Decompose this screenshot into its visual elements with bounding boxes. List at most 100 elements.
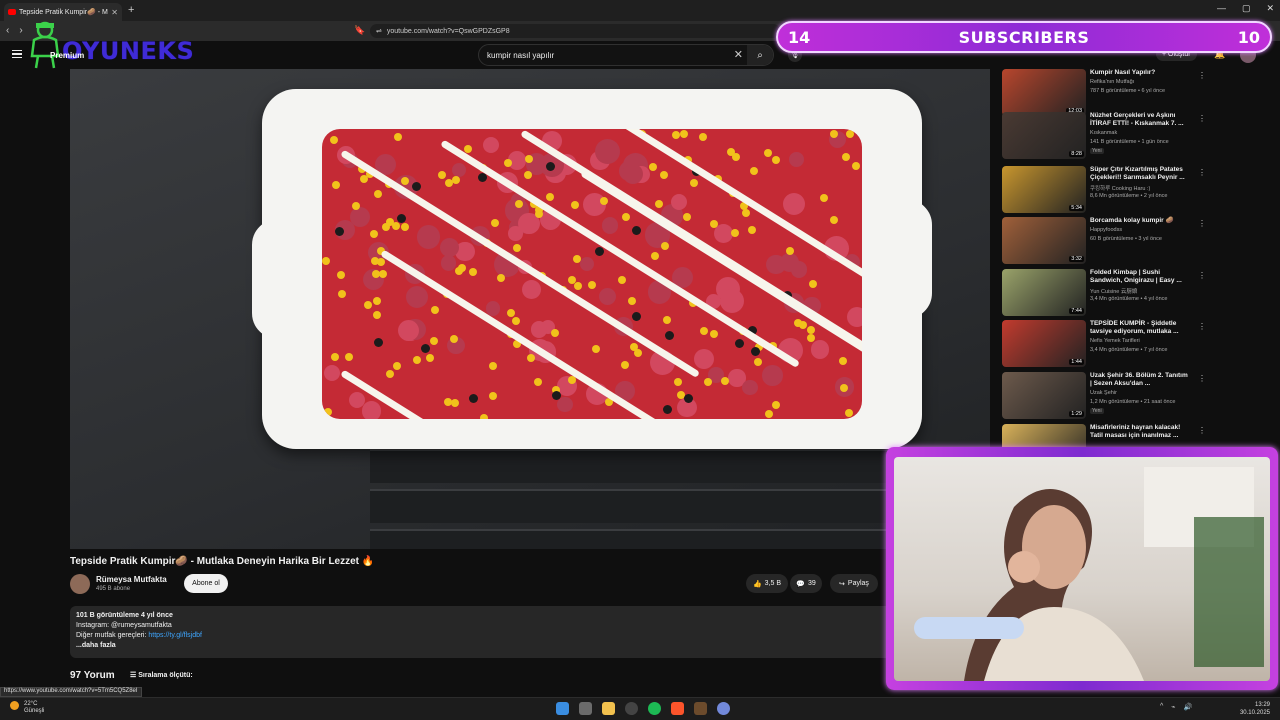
new-badge: Yeni bbox=[1090, 148, 1104, 154]
video-thumbnail[interactable]: 8:28 bbox=[1002, 112, 1086, 159]
maximize-button[interactable]: ▢ bbox=[1242, 3, 1251, 14]
youtube-premium-logo[interactable]: Premium bbox=[50, 51, 84, 60]
sausage-slice bbox=[742, 379, 758, 396]
video-meta: 1,2 Mn görüntüleme • 21 saat önce bbox=[1090, 399, 1176, 405]
recommended-video[interactable]: 8:28 Nüzhet Gerçekleri ve Aşkını İTİRAF E… bbox=[1002, 112, 1206, 160]
video-channel[interactable]: Kıskanmak bbox=[1090, 130, 1117, 136]
new-tab-button[interactable]: + bbox=[128, 4, 134, 16]
comment-icon: 💬 bbox=[796, 580, 805, 588]
video-channel[interactable]: Nefis Yemek Tarifleri bbox=[1090, 338, 1140, 344]
share-icon: ↪ bbox=[839, 580, 845, 588]
file-explorer-icon[interactable] bbox=[602, 702, 615, 715]
site-info-icon[interactable]: ⇌ bbox=[376, 27, 382, 35]
search-input[interactable]: kumpir nasıl yapılır ✕ ⌕ bbox=[478, 44, 774, 66]
close-window-button[interactable]: ✕ bbox=[1266, 3, 1274, 14]
video-channel[interactable]: Uzak Şehir bbox=[1090, 390, 1117, 396]
video-thumbnail[interactable]: 12:03 bbox=[1002, 69, 1086, 116]
video-meta: 141 B görüntüleme • 1 gün önce bbox=[1090, 139, 1169, 145]
bookmark-icon[interactable]: 🔖 bbox=[354, 25, 365, 36]
sausage-slice bbox=[846, 306, 862, 328]
browser-tab[interactable]: Tepside Pratik Kumpir🥔 - Mutla ✕ bbox=[4, 3, 122, 21]
more-options-icon[interactable]: ⋮ bbox=[1198, 114, 1206, 123]
new-badge: Yeni bbox=[1090, 408, 1104, 414]
desc-link[interactable]: https://ty.gl/flsjdbf bbox=[148, 632, 202, 639]
video-meta: 787 B görüntüleme • 6 yıl önce bbox=[1090, 88, 1165, 94]
recommended-video[interactable]: 5:34 Süper Çıtır Kızartılmış Patates Çiçe… bbox=[1002, 166, 1206, 214]
more-options-icon[interactable]: ⋮ bbox=[1198, 71, 1206, 80]
olive-slice bbox=[397, 213, 406, 223]
more-options-icon[interactable]: ⋮ bbox=[1198, 168, 1206, 177]
network-icon[interactable]: ⌁ bbox=[1171, 703, 1175, 711]
brave-browser-icon[interactable] bbox=[671, 702, 684, 715]
comments-button[interactable]: 💬 39 bbox=[790, 574, 822, 593]
recommended-video[interactable]: 1:44 TEPSİDE KUMPİR - Şiddetle tavsiye ed… bbox=[1002, 320, 1206, 368]
spotify-icon[interactable] bbox=[648, 702, 661, 715]
video-title[interactable]: TEPSİDE KUMPİR - Şiddetle tavsiye ediyor… bbox=[1090, 320, 1190, 336]
video-player[interactable] bbox=[70, 69, 990, 549]
channel-avatar[interactable] bbox=[70, 574, 90, 594]
subscribe-button[interactable]: Abone ol bbox=[184, 574, 228, 593]
desc-more-button[interactable]: ...daha fazla bbox=[76, 641, 904, 651]
video-title[interactable]: Borcamda kolay kumpir 🥔 bbox=[1090, 217, 1190, 225]
video-thumbnail[interactable]: 1:44 bbox=[1002, 320, 1086, 367]
more-options-icon[interactable]: ⋮ bbox=[1198, 271, 1206, 280]
more-options-icon[interactable]: ⋮ bbox=[1198, 219, 1206, 228]
corn-kernel bbox=[689, 179, 698, 188]
baking-dish bbox=[252, 89, 932, 449]
corn-kernel bbox=[570, 200, 579, 209]
weather-widget[interactable]: 22°C Güneşli bbox=[10, 701, 44, 715]
video-thumbnail[interactable]: 1:29 bbox=[1002, 372, 1086, 419]
volume-icon[interactable]: 🔊 bbox=[1184, 703, 1193, 711]
app-icon[interactable] bbox=[694, 702, 707, 715]
discord-icon[interactable] bbox=[717, 702, 730, 715]
video-title[interactable]: Misafirleriniz hayran kalacak! Tatil mas… bbox=[1090, 424, 1190, 440]
video-channel[interactable]: Happyfoodss bbox=[1090, 227, 1122, 233]
corn-kernel bbox=[506, 308, 515, 317]
video-thumbnail[interactable]: 7:44 bbox=[1002, 269, 1086, 316]
share-button[interactable]: ↪ Paylaş bbox=[830, 574, 878, 593]
video-thumbnail[interactable]: 5:34 bbox=[1002, 166, 1086, 213]
search-icon[interactable]: ⌕ bbox=[747, 45, 773, 65]
recommended-video[interactable]: 3:32 Borcamda kolay kumpir 🥔 Happyfoodss 60… bbox=[1002, 217, 1206, 265]
recommended-video[interactable]: 1:29 Uzak Şehir 36. Bölüm 2. Tanıtım | Se… bbox=[1002, 372, 1206, 420]
channel-name[interactable]: Rümeysa Mutfakta bbox=[96, 575, 167, 584]
recommended-video[interactable]: 12:03 Kumpir Nasıl Yapılır? Refika'nın Mut… bbox=[1002, 69, 1206, 117]
olive-slice bbox=[469, 394, 479, 404]
chevron-up-icon[interactable]: ^ bbox=[1160, 703, 1163, 711]
more-options-icon[interactable]: ⋮ bbox=[1198, 426, 1206, 435]
video-title[interactable]: Folded Kimbap | Sushi Sandwich, Onigiraz… bbox=[1090, 269, 1190, 285]
corn-kernel bbox=[587, 280, 596, 289]
clock[interactable]: 13:29 30.10.2025 bbox=[1240, 701, 1270, 717]
recommended-video[interactable]: 7:44 Folded Kimbap | Sushi Sandwich, Onig… bbox=[1002, 269, 1206, 317]
corn-kernel bbox=[331, 181, 340, 190]
menu-icon[interactable] bbox=[12, 50, 22, 58]
start-icon[interactable] bbox=[556, 702, 569, 715]
minimize-button[interactable]: — bbox=[1217, 3, 1226, 14]
corn-kernel bbox=[806, 325, 815, 334]
sort-button[interactable]: ☰ Sıralama ölçütü: bbox=[130, 671, 193, 679]
obs-icon[interactable] bbox=[625, 702, 638, 715]
video-thumbnail[interactable]: 3:32 bbox=[1002, 217, 1086, 264]
video-title[interactable]: Nüzhet Gerçekleri ve Aşkını İTİRAF ETTİ!… bbox=[1090, 112, 1190, 128]
video-description[interactable]: 101 B görüntüleme 4 yıl önce Instagram: … bbox=[70, 606, 910, 658]
video-title[interactable]: Süper Çıtır Kızartılmış Patates Çiçekler… bbox=[1090, 166, 1190, 182]
forward-icon[interactable]: › bbox=[19, 25, 22, 36]
more-options-icon[interactable]: ⋮ bbox=[1198, 322, 1206, 331]
video-channel[interactable]: Refika'nın Mutfağı bbox=[1090, 79, 1134, 85]
corn-kernel bbox=[371, 270, 380, 278]
more-options-icon[interactable]: ⋮ bbox=[1198, 374, 1206, 383]
subscriber-label: SUBSCRIBERS bbox=[958, 28, 1090, 47]
video-channel[interactable]: 쿠킹하루 Cooking Haru :) bbox=[1090, 184, 1150, 192]
video-title[interactable]: Kumpir Nasıl Yapılır? bbox=[1090, 69, 1190, 77]
url-field[interactable]: ⇌ youtube.com/watch?v=QswGPDZsGP8 bbox=[370, 24, 780, 38]
like-button[interactable]: 👍 3,5 B bbox=[746, 574, 788, 593]
sausage-slice bbox=[779, 252, 800, 272]
sausage-slice bbox=[580, 257, 595, 272]
video-channel[interactable]: Yun Cuisine 云厨娘 bbox=[1090, 287, 1137, 295]
close-tab-icon[interactable]: ✕ bbox=[111, 8, 118, 17]
sausage-slice bbox=[598, 288, 616, 306]
back-icon[interactable]: ‹ bbox=[6, 25, 9, 36]
video-title[interactable]: Uzak Şehir 36. Bölüm 2. Tanıtım | Sezen … bbox=[1090, 372, 1190, 388]
clear-search-icon[interactable]: ✕ bbox=[734, 48, 743, 61]
task-view-icon[interactable] bbox=[579, 702, 592, 715]
